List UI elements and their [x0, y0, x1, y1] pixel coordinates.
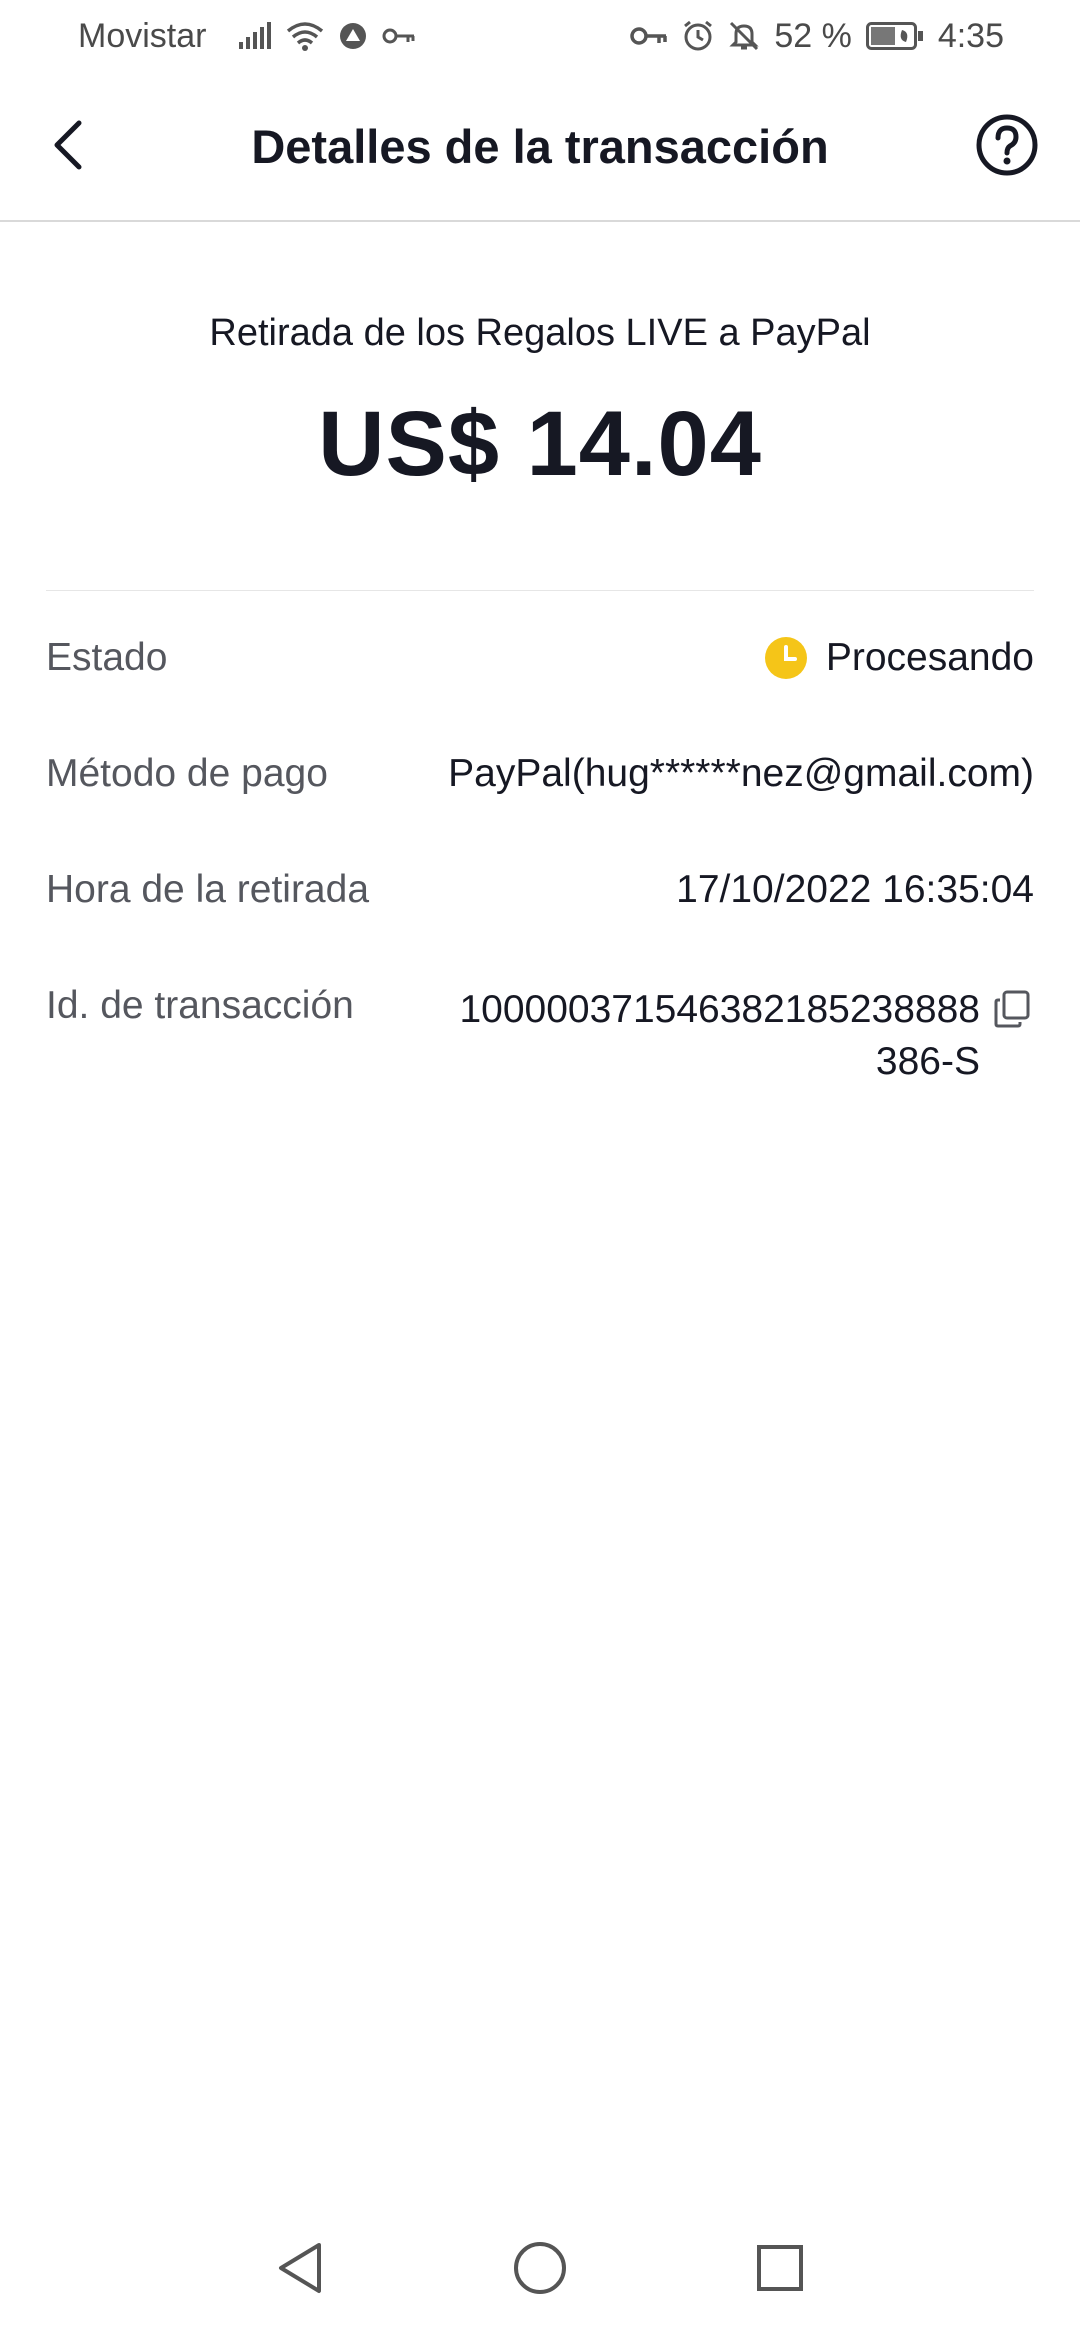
- clock-icon: [764, 636, 808, 680]
- battery-icon: [865, 22, 924, 50]
- transaction-description: Retirada de los Regalos LIVE a PayPal: [209, 312, 871, 354]
- status-row: Estado Procesando: [46, 636, 1034, 680]
- back-triangle-icon: [275, 2241, 325, 2300]
- vpn-key-icon: [382, 26, 416, 46]
- status-bar-left: Movistar: [78, 17, 416, 56]
- withdrawal-time-row: Hora de la retirada 17/10/2022 16:35:04: [46, 868, 1034, 912]
- copy-icon: [994, 990, 1030, 1037]
- transaction-id-value[interactable]: 100000371546382185238888 386-S: [420, 984, 980, 1088]
- status-bar-right: 52 % 4:35: [630, 17, 1004, 56]
- home-circle-icon: [513, 2241, 567, 2300]
- transaction-id-label: Id. de transacción: [46, 984, 354, 1027]
- question-circle-icon: [975, 113, 1039, 182]
- nav-home-button[interactable]: [510, 2240, 570, 2300]
- alarm-icon: [682, 20, 714, 52]
- payment-method-label: Método de pago: [46, 752, 328, 795]
- status-label: Estado: [46, 636, 168, 679]
- section-divider: [46, 590, 1034, 591]
- clock-time: 4:35: [937, 16, 1004, 55]
- recents-square-icon: [756, 2244, 804, 2297]
- status-value-group: Procesando: [764, 636, 1034, 680]
- carrier-name: Movistar: [78, 16, 207, 55]
- status-bar: Movistar 52 % 4:35: [0, 0, 1080, 72]
- withdrawal-time-value: 17/10/2022 16:35:04: [676, 868, 1034, 911]
- transaction-id-line2: 386-S: [875, 1040, 980, 1083]
- battery-percent: 52 %: [774, 16, 852, 55]
- nav-back-button[interactable]: [270, 2240, 330, 2300]
- signal-icon: [238, 22, 272, 50]
- data-saver-icon: [338, 21, 368, 51]
- system-nav-bar: [0, 2200, 1080, 2340]
- transaction-id-row: Id. de transacción 100000371546382185238…: [46, 984, 1034, 1088]
- transaction-id-value-group: 100000371546382185238888 386-S: [420, 984, 1034, 1088]
- payment-method-value: PayPal(hug******nez@gmail.com): [448, 752, 1034, 795]
- status-value: Procesando: [825, 636, 1034, 679]
- transaction-summary: Retirada de los Regalos LIVE a PayPal US…: [0, 222, 1080, 590]
- key-icon: [630, 25, 668, 47]
- withdrawal-time-label: Hora de la retirada: [46, 868, 370, 911]
- page-title: Detalles de la transacción: [251, 120, 829, 173]
- nav-recents-button[interactable]: [750, 2240, 810, 2300]
- payment-method-row: Método de pago PayPal(hug******nez@gmail…: [46, 752, 1034, 796]
- transaction-amount: US$ 14.04: [318, 393, 762, 495]
- copy-button[interactable]: [994, 990, 1034, 1030]
- mute-icon: [728, 20, 760, 52]
- transaction-id-line1: 100000371546382185238888: [459, 988, 980, 1031]
- top-app-bar: Detalles de la transacción: [0, 72, 1080, 222]
- help-button[interactable]: [974, 114, 1040, 180]
- wifi-icon: [286, 21, 324, 51]
